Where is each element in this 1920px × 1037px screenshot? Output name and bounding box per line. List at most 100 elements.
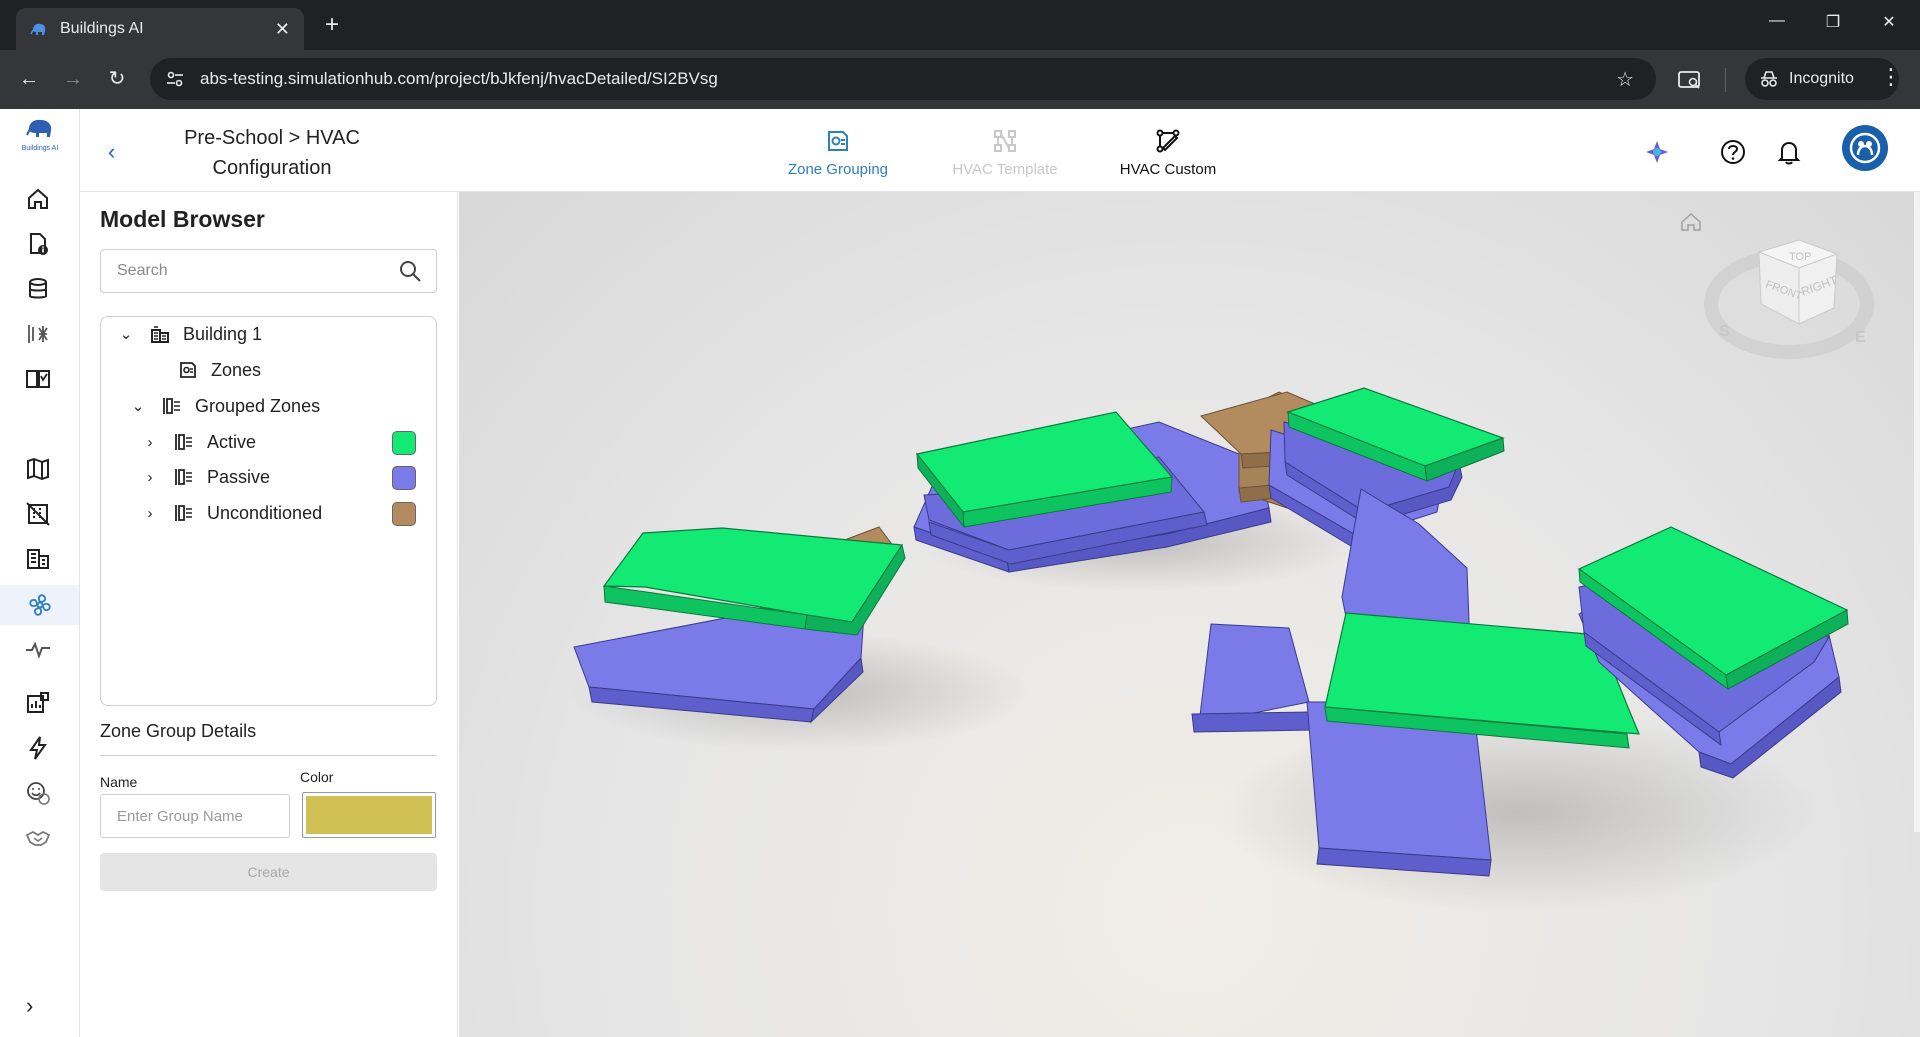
active-color-swatch[interactable] <box>392 431 416 455</box>
forward-arrow-icon[interactable]: → <box>58 64 88 94</box>
tree-item-building[interactable]: ⌄ Building 1 <box>117 319 262 349</box>
building-model-scene[interactable]: TOP FRONT RIGHT S E <box>459 192 1920 1037</box>
tab-hvac-template[interactable]: HVAC Template <box>930 121 1080 178</box>
expand-chevron-icon[interactable]: › <box>141 469 159 486</box>
tree-item-active[interactable]: › Active <box>141 427 257 457</box>
collapse-chevron-icon[interactable]: ⌄ <box>129 397 147 415</box>
search-icon[interactable] <box>398 259 422 283</box>
buildings-icon[interactable] <box>20 541 56 577</box>
breadcrumb: Pre-School > HVAC Configuration <box>184 127 360 179</box>
hvac-template-icon <box>994 130 1016 152</box>
pulse-icon[interactable] <box>20 631 56 667</box>
expand-sidebar-chevron-icon[interactable]: › <box>26 993 33 1019</box>
elephant-logo-icon <box>26 119 52 137</box>
hvac-snowflake-icon[interactable] <box>20 316 56 352</box>
cast-search-icon[interactable] <box>1676 66 1704 94</box>
left-navigation: Buildings AI › <box>0 109 80 1037</box>
window-close-icon[interactable]: ✕ <box>1874 12 1904 36</box>
tab-close-icon[interactable]: ✕ <box>275 19 290 40</box>
url-text: abs-testing.simulationhub.com/project/bJ… <box>200 69 718 88</box>
expand-chevron-icon[interactable]: › <box>141 434 159 451</box>
toolbar-separator <box>1725 68 1726 92</box>
user-avatar[interactable] <box>1842 125 1888 171</box>
database-icon[interactable] <box>20 271 56 307</box>
viewport-scrollbar[interactable] <box>1914 192 1920 832</box>
group-color-fill <box>306 796 432 834</box>
collapse-chevron-icon[interactable]: ⌄ <box>117 325 135 343</box>
new-tab-button[interactable]: + <box>318 12 346 40</box>
logo-text: Buildings AI <box>21 145 59 152</box>
group-color-picker[interactable] <box>302 792 436 838</box>
tree-item-label: Zones <box>211 359 262 380</box>
document-info-icon[interactable] <box>20 226 56 262</box>
search-input[interactable] <box>117 262 398 280</box>
viewcube-top-label: TOP <box>1789 251 1811 263</box>
back-arrow-icon[interactable]: ← <box>14 64 44 94</box>
map-icon[interactable] <box>20 451 56 487</box>
incognito-label: Incognito <box>1789 70 1854 87</box>
minimize-icon[interactable]: — <box>1762 12 1792 36</box>
viewport-home-icon[interactable] <box>1681 212 1701 231</box>
site-settings-icon[interactable] <box>164 68 186 90</box>
tree-item-unconditioned[interactable]: › Unconditioned <box>141 498 323 528</box>
notification-bell-icon[interactable] <box>1774 137 1804 167</box>
tree-item-label: Building 1 <box>183 323 263 344</box>
viewcube[interactable]: TOP FRONT RIGHT S E <box>1704 239 1874 359</box>
group-name-input[interactable] <box>100 794 290 838</box>
help-icon[interactable] <box>1718 137 1748 167</box>
restore-icon[interactable]: ❐ <box>1818 12 1848 36</box>
elephant-favicon-icon <box>30 23 46 35</box>
browser-toolbar: ← → ↻ abs-testing.simulationhub.com/proj… <box>0 50 1920 109</box>
page-header: ‹ Pre-School > HVAC Configuration Zone G… <box>80 109 1920 192</box>
tab-hvac-custom[interactable]: HVAC Custom <box>1093 121 1243 178</box>
color-label: Color <box>300 769 334 785</box>
handshake-icon[interactable] <box>20 820 56 856</box>
tree-item-grouped-zones[interactable]: ⌄ Grouped Zones <box>129 391 320 421</box>
back-chevron-icon[interactable]: ‹ <box>108 139 115 165</box>
tree-item-label: Active <box>207 431 257 452</box>
browser-menu-icon[interactable]: ⋮ <box>1880 64 1902 90</box>
browser-tab-title: Buildings AI <box>60 20 144 37</box>
name-label: Name <box>100 774 138 790</box>
group-icon <box>173 431 195 453</box>
group-icon <box>173 502 195 524</box>
book-icon[interactable] <box>20 361 56 397</box>
tab-label: Zone Grouping <box>787 161 889 178</box>
app-root: Buildings AI › ‹ Pre-School > HVAC Confi… <box>0 109 1920 1037</box>
zone-group-details-title: Zone Group Details <box>100 721 257 741</box>
unconditioned-color-swatch[interactable] <box>392 502 416 526</box>
bookmark-star-icon[interactable]: ☆ <box>1616 67 1634 92</box>
tree-item-label: Unconditioned <box>207 502 323 523</box>
building-off-icon[interactable] <box>20 496 56 532</box>
tree-item-passive[interactable]: › Passive <box>141 462 271 492</box>
grouped-zones-icon <box>161 395 183 417</box>
expand-chevron-icon[interactable]: › <box>141 505 159 522</box>
compass-east-label: E <box>1855 329 1866 346</box>
building-icon <box>149 323 171 345</box>
3d-viewport[interactable]: TOP FRONT RIGHT S E <box>459 192 1920 1037</box>
group-icon <box>173 466 195 488</box>
hvac-fan-icon[interactable] <box>0 585 79 625</box>
tree-item-label: Passive <box>207 466 271 487</box>
dashboard-chart-icon[interactable] <box>20 685 56 721</box>
lightning-icon[interactable] <box>20 730 56 766</box>
create-button[interactable]: Create <box>100 853 437 891</box>
tree-item-zones[interactable]: Zones <box>177 355 261 385</box>
address-bar[interactable]: abs-testing.simulationhub.com/project/bJ… <box>150 58 1656 100</box>
buildings-ai-logo[interactable]: Buildings AI <box>16 117 64 157</box>
tree-item-label: Grouped Zones <box>195 395 321 416</box>
panel-title: Model Browser <box>100 206 265 232</box>
browser-tab[interactable]: Buildings AI ✕ <box>16 8 304 50</box>
reload-icon[interactable]: ↻ <box>102 64 132 94</box>
zone-icon <box>177 359 199 381</box>
browser-tab-strip: Buildings AI ✕ + — ❐ ✕ <box>0 0 1920 50</box>
user-logo-icon <box>1849 132 1881 164</box>
home-icon[interactable] <box>20 181 56 217</box>
ai-sparkle-icon[interactable] <box>1642 137 1672 167</box>
occupant-comfort-icon[interactable] <box>20 775 56 811</box>
model-tree: ⌄ Building 1 Zones ⌄ Grouped Zones › Act… <box>100 316 437 706</box>
incognito-badge[interactable]: Incognito <box>1745 58 1899 100</box>
model-browser-panel: Model Browser ⌄ Building 1 Zones ⌄ Group… <box>80 192 458 1037</box>
passive-color-swatch[interactable] <box>392 466 416 490</box>
tab-zone-grouping[interactable]: Zone Grouping <box>763 121 913 178</box>
